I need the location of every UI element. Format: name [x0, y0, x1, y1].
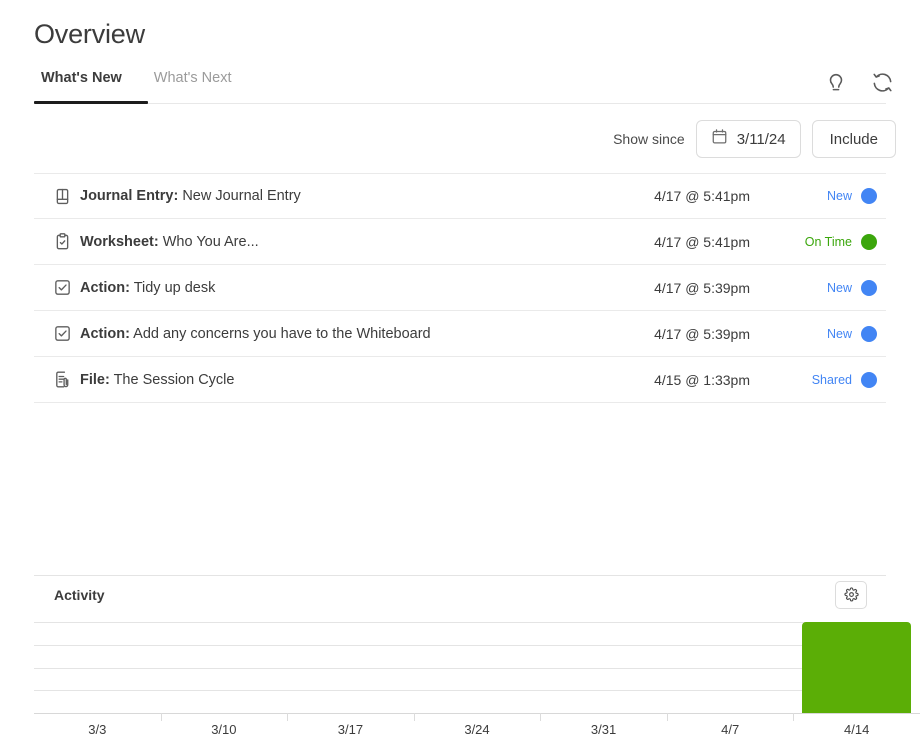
feed-row-kind: Worksheet: [80, 233, 159, 250]
chart-x-label: 3/17 [337, 722, 364, 737]
chart-x-label: 3/31 [590, 722, 617, 737]
chart-tick-mark [666, 713, 668, 721]
chart-gridline [34, 667, 896, 669]
checkbox-check-icon [34, 324, 80, 343]
feed-row-text: Worksheet: Who You Are... [80, 234, 654, 250]
chart-x-label: 4/14 [844, 722, 870, 737]
status-label: On Time [804, 234, 852, 249]
feed-row-timestamp: 4/15 @ 1:33pm [654, 371, 750, 388]
status-badge: Shared [790, 371, 886, 388]
date-value: 3/11/24 [736, 130, 786, 148]
status-badge: On Time [790, 233, 886, 250]
overview-page: Overview What's New What's Next Show sin… [0, 0, 920, 738]
feed-row-title: Tidy up desk [129, 279, 216, 296]
feed-row-text: Action: Tidy up desk [80, 280, 654, 296]
refresh-icon[interactable] [868, 68, 896, 96]
feed-row-timestamp: 4/17 @ 5:39pm [654, 279, 750, 296]
file-attachment-icon [34, 370, 80, 389]
status-badge: New [790, 188, 886, 204]
feed-row[interactable]: Action: Add any concerns you have to the… [34, 311, 886, 357]
status-dot [861, 233, 877, 250]
feed-row-kind: Journal Entry: [80, 188, 179, 204]
tab-whats-next[interactable]: What's Next [147, 70, 239, 96]
feed-row-kind: File: [80, 371, 110, 388]
chart-gridline [34, 690, 896, 692]
checkbox-check-icon [34, 278, 80, 297]
calendar-icon [711, 128, 728, 150]
feed-row-text: Action: Add any concerns you have to the… [80, 326, 654, 342]
feed-row-timestamp: 4/17 @ 5:41pm [654, 188, 750, 204]
show-since-label: Show since [613, 131, 685, 147]
gear-icon[interactable] [835, 580, 867, 609]
feed-row[interactable]: Worksheet: Who You Are... 4/17 @ 5:41pm On… [34, 219, 886, 265]
feed-row-title: Who You Are... [158, 233, 259, 250]
chart-plot-area [34, 613, 912, 713]
feed-row[interactable]: Action: Tidy up desk 4/17 @ 5:39pm New [34, 265, 886, 311]
tab-whats-new[interactable]: What's New [34, 70, 129, 96]
status-dot [861, 188, 877, 204]
chart-tick-mark [287, 713, 289, 721]
chart-x-label: 4/7 [721, 722, 740, 737]
feed-row-text: File: The Session Cycle [80, 372, 654, 388]
feed-row-text: Journal Entry: New Journal Entry [80, 188, 654, 204]
journal-book-icon [34, 187, 80, 206]
clipboard-check-icon [34, 232, 80, 251]
status-label: New [826, 326, 852, 341]
filter-bar: Show since 3/11/24 Include [613, 120, 896, 158]
feed-row-timestamp: 4/17 @ 5:41pm [654, 233, 750, 250]
activity-chart: 3/3 3/10 3/17 3/24 3/31 4/7 4/14 [34, 613, 920, 738]
feed-list: Journal Entry: New Journal Entry 4/17 @ 5… [34, 173, 886, 403]
status-dot [861, 325, 877, 342]
status-dot [861, 371, 877, 388]
status-label: New [826, 280, 852, 295]
lightbulb-icon[interactable] [822, 68, 850, 96]
feed-row[interactable]: Journal Entry: New Journal Entry 4/17 @ 5… [34, 173, 886, 219]
feed-row-kind: Action: [80, 279, 130, 296]
chart-gridline [34, 622, 896, 624]
page-title: Overview [34, 19, 145, 49]
feed-row-title: Add any concerns you have to the Whitebo… [129, 325, 431, 342]
activity-title: Activity [54, 586, 105, 603]
feed-row-title: New Journal Entry [178, 188, 301, 204]
activity-header: Activity [34, 576, 886, 613]
status-dot [861, 279, 877, 296]
chart-gridline [34, 644, 896, 646]
status-badge: New [790, 325, 886, 342]
tab-underline-track [34, 103, 886, 104]
status-badge: New [790, 279, 886, 296]
header-actions [822, 68, 896, 96]
tab-active-indicator [34, 101, 148, 104]
feed-row-kind: Action: [80, 325, 130, 342]
chart-x-label: 3/10 [211, 722, 237, 737]
tab-bar: What's New What's Next [34, 70, 920, 104]
chart-tick-mark [160, 713, 162, 721]
feed-row[interactable]: File: The Session Cycle 4/15 @ 1:33pm Shar… [34, 357, 886, 403]
feed-row-timestamp: 4/17 @ 5:39pm [654, 325, 750, 342]
status-label: Shared [811, 372, 852, 387]
status-label: New [826, 189, 852, 203]
date-picker-field[interactable]: 3/11/24 [695, 120, 801, 158]
chart-tick-mark [793, 713, 795, 721]
chart-tick-mark [540, 713, 542, 721]
chart-x-label: 3/24 [464, 722, 490, 737]
chart-bar[interactable] [802, 622, 912, 713]
chart-x-ticks: 3/3 3/10 3/17 3/24 3/31 4/7 4/14 [34, 713, 920, 738]
feed-row-title: The Session Cycle [109, 371, 235, 388]
chart-tick-mark [413, 713, 415, 721]
chart-x-label: 3/3 [88, 722, 107, 737]
include-button[interactable]: Include [811, 120, 896, 158]
